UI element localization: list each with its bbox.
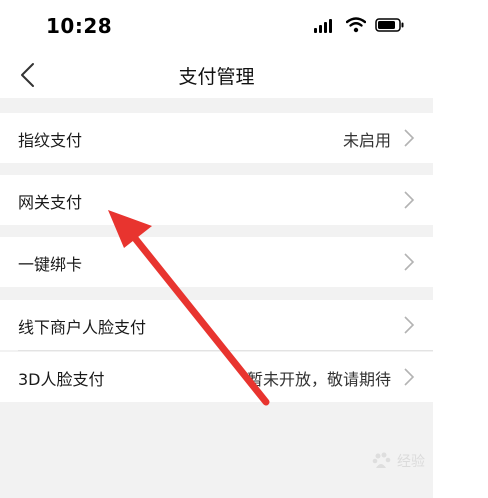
chevron-right-icon [404,129,415,147]
row-label: 网关支付 [18,193,83,212]
settings-row-offline-face-pay[interactable]: 线下商户人脸支付 [0,300,433,350]
phone-screen: 10:28 支付管理 指纹支付 未启用 网关支付 一键绑卡 线下商户人脸支付 3… [0,0,433,498]
row-value: 未启用 [342,131,391,150]
baidu-watermark: 经验 [372,451,425,471]
status-time: 10:28 [46,14,113,38]
page-title: 支付管理 [178,66,255,88]
row-value: 暂未开放，敬请期待 [246,370,391,389]
nav-bar: 支付管理 [0,52,433,98]
watermark-text: 经验 [397,454,425,470]
row-label: 线下商户人脸支付 [18,318,147,337]
baidu-logo-icon [372,452,391,468]
battery-icon [375,18,404,32]
settings-row-gateway[interactable]: 网关支付 [0,175,433,225]
settings-row-bind-card[interactable]: 一键绑卡 [0,237,433,287]
row-label: 3D人脸支付 [18,370,105,389]
row-label: 指纹支付 [18,131,83,150]
row-label: 一键绑卡 [18,255,83,274]
chevron-right-icon [404,191,415,209]
settings-row-3d-face-pay[interactable]: 3D人脸支付 暂未开放，敬请期待 [0,352,433,402]
status-bar: 10:28 [0,0,433,52]
chevron-right-icon [404,253,415,271]
wifi-icon [346,17,366,33]
row-divider [18,350,433,351]
chevron-right-icon [404,316,415,334]
signal-icon [314,19,332,33]
settings-row-fingerprint[interactable]: 指纹支付 未启用 [0,113,433,163]
page-margin [433,0,488,498]
chevron-right-icon [404,368,415,386]
